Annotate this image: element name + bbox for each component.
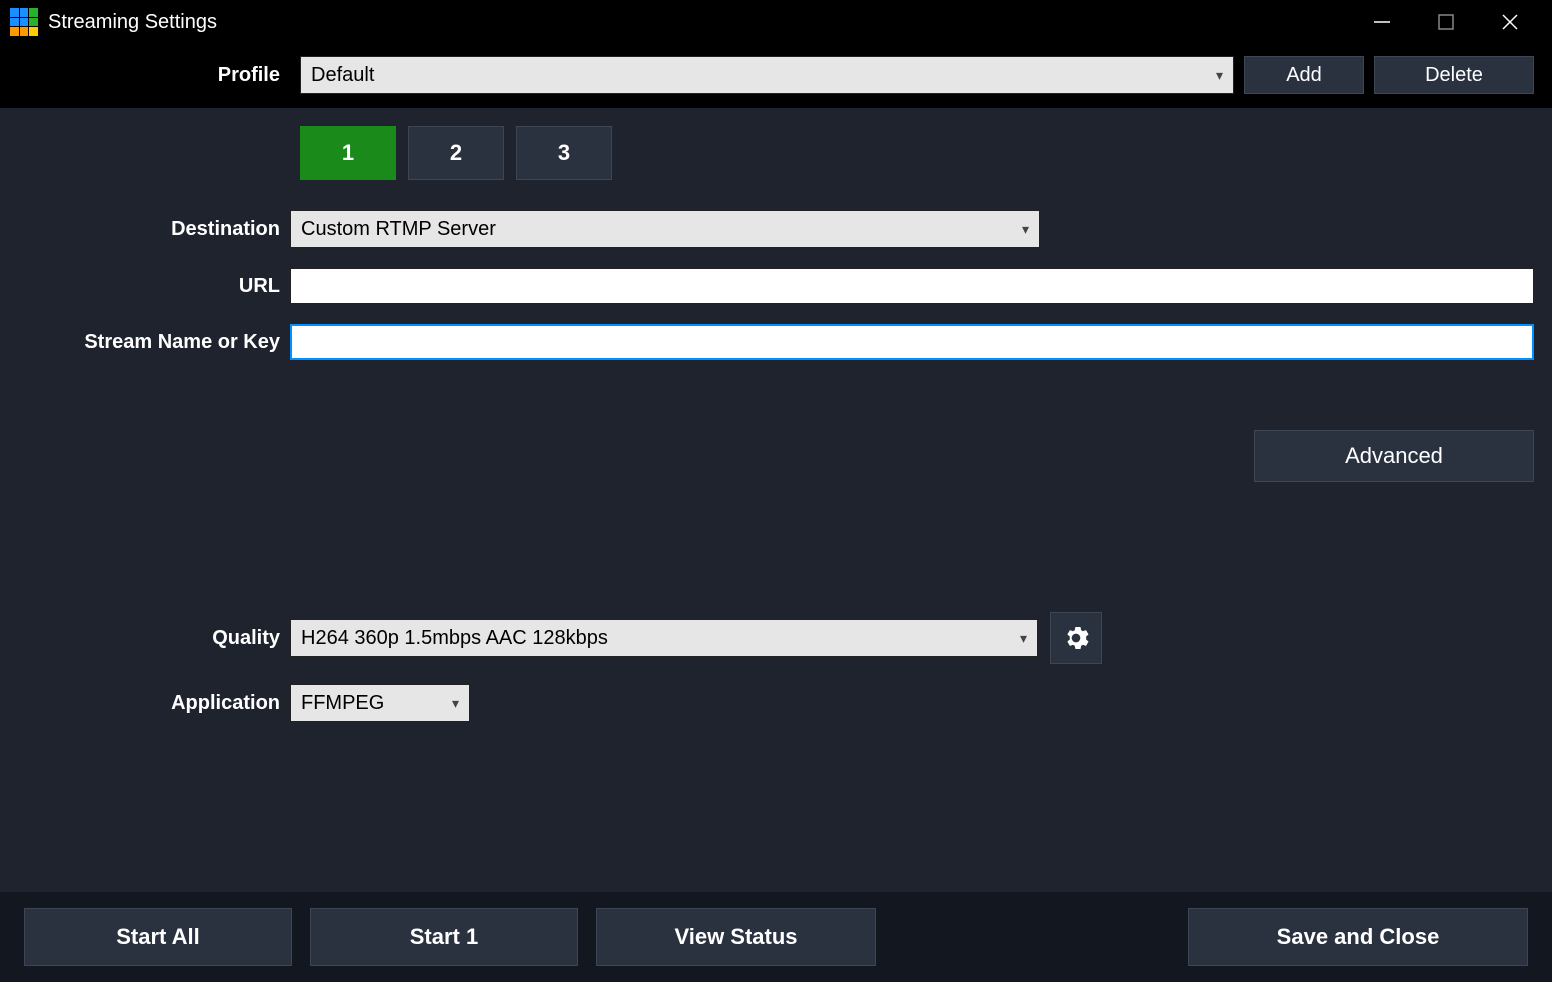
tab-1[interactable]: 1 — [300, 126, 396, 180]
destination-select[interactable]: Custom RTMP Server ▾ — [290, 210, 1040, 248]
titlebar: Streaming Settings — [0, 0, 1552, 44]
close-button[interactable] — [1496, 8, 1524, 36]
add-button[interactable]: Add — [1244, 56, 1364, 94]
application-value: FFMPEG — [301, 692, 384, 715]
minimize-button[interactable] — [1368, 8, 1396, 36]
chevron-down-icon: ▾ — [452, 695, 459, 712]
chevron-down-icon: ▾ — [1020, 630, 1027, 647]
application-select[interactable]: FFMPEG ▾ — [290, 684, 470, 722]
quality-label: Quality — [0, 627, 290, 650]
url-label: URL — [0, 275, 290, 298]
maximize-button[interactable] — [1432, 8, 1460, 36]
start-all-button[interactable]: Start All — [24, 908, 292, 966]
footer: Start All Start 1 View Status Save and C… — [0, 892, 1552, 982]
chevron-down-icon: ▾ — [1022, 221, 1029, 238]
app-icon — [10, 8, 38, 36]
delete-button[interactable]: Delete — [1374, 56, 1534, 94]
streamkey-label: Stream Name or Key — [0, 331, 290, 354]
window-title: Streaming Settings — [48, 11, 1368, 34]
content: 1 2 3 Destination Custom RTMP Server ▾ U… — [0, 108, 1552, 892]
application-label: Application — [0, 692, 290, 715]
view-status-button[interactable]: View Status — [596, 908, 876, 966]
quality-settings-button[interactable] — [1050, 612, 1102, 664]
gear-icon — [1063, 625, 1089, 651]
streamkey-input[interactable] — [290, 324, 1534, 360]
profile-label: Profile — [0, 64, 290, 87]
stream-tabs: 1 2 3 — [300, 126, 1552, 180]
chevron-down-icon: ▾ — [1216, 67, 1223, 84]
quality-value: H264 360p 1.5mbps AAC 128kbps — [301, 627, 608, 650]
quality-select[interactable]: H264 360p 1.5mbps AAC 128kbps ▾ — [290, 619, 1038, 657]
save-and-close-button[interactable]: Save and Close — [1188, 908, 1528, 966]
url-input[interactable] — [290, 268, 1534, 304]
tab-3[interactable]: 3 — [516, 126, 612, 180]
profile-value: Default — [311, 64, 374, 87]
tab-2[interactable]: 2 — [408, 126, 504, 180]
destination-label: Destination — [0, 218, 290, 241]
destination-value: Custom RTMP Server — [301, 218, 496, 241]
start-1-button[interactable]: Start 1 — [310, 908, 578, 966]
profile-row: Profile Default ▾ Add Delete — [0, 44, 1552, 108]
profile-select[interactable]: Default ▾ — [300, 56, 1234, 94]
advanced-button[interactable]: Advanced — [1254, 430, 1534, 482]
